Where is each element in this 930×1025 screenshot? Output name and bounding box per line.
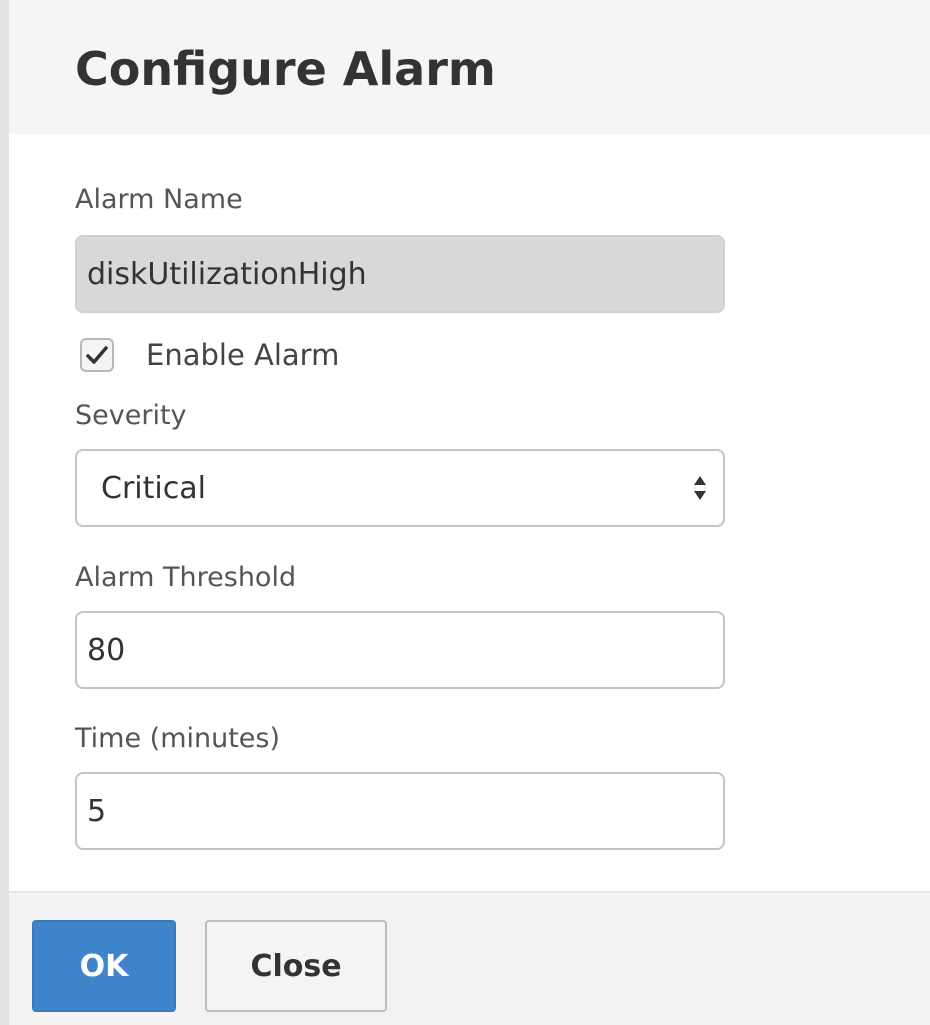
- severity-select[interactable]: Critical: [75, 449, 725, 527]
- select-arrows-icon: [694, 476, 706, 500]
- dialog-header: Configure Alarm: [9, 0, 930, 134]
- alarm-threshold-input[interactable]: 80: [75, 611, 725, 689]
- check-icon: [86, 346, 108, 364]
- close-button[interactable]: Close: [205, 920, 387, 1012]
- severity-selected-value: Critical: [101, 470, 206, 506]
- time-minutes-input[interactable]: 5: [75, 772, 725, 850]
- dialog-title: Configure Alarm: [75, 42, 496, 96]
- enable-alarm-row[interactable]: Enable Alarm: [80, 335, 339, 375]
- alarm-threshold-label: Alarm Threshold: [75, 562, 297, 593]
- enable-alarm-label: Enable Alarm: [146, 338, 340, 372]
- enable-alarm-checkbox[interactable]: [80, 338, 114, 372]
- alarm-name-field: diskUtilizationHigh: [75, 235, 725, 313]
- time-minutes-label: Time (minutes): [75, 723, 281, 754]
- configure-alarm-dialog: Configure Alarm Alarm Name diskUtilizati…: [0, 0, 930, 1025]
- severity-label: Severity: [75, 400, 187, 431]
- alarm-name-label: Alarm Name: [75, 184, 243, 215]
- ok-button[interactable]: OK: [32, 920, 176, 1012]
- dialog-left-edge: [0, 0, 9, 1025]
